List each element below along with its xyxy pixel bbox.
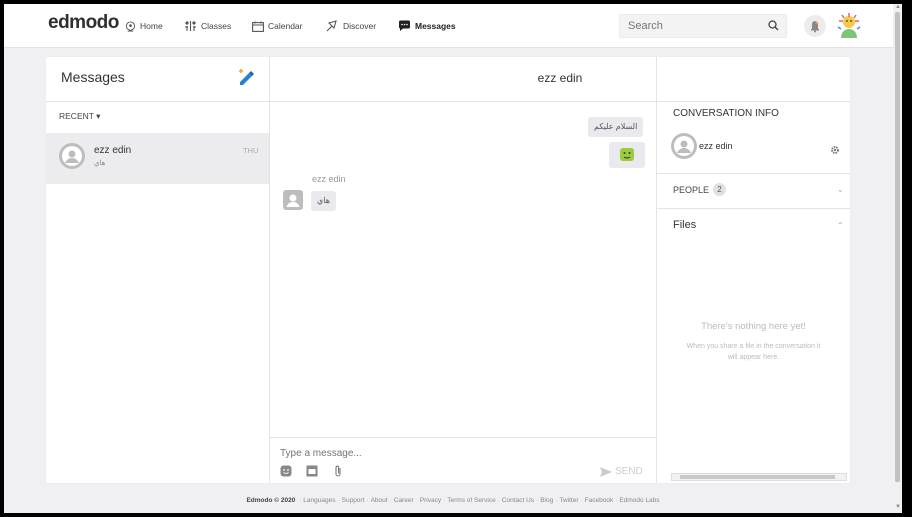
sticker-icon[interactable]	[280, 465, 292, 477]
message-input[interactable]	[278, 447, 542, 460]
people-section-toggle[interactable]: PEOPLE 2	[673, 183, 727, 196]
footer-separator: ·	[337, 497, 340, 504]
people-count-badge: 2	[713, 183, 727, 196]
chat-pane: السلام عليكم ezz edin هاي Type a message…	[270, 57, 657, 483]
footer-separator: ·	[389, 497, 392, 504]
nav-messages-label: Messages	[415, 21, 456, 31]
nav-home-label: Home	[140, 21, 163, 31]
conversation-info-title: CONVERSATION INFO	[673, 108, 779, 119]
nav-discover[interactable]: Discover	[326, 18, 376, 34]
nav-messages[interactable]: Messages	[398, 18, 456, 34]
send-icon	[600, 466, 612, 477]
messages-panel: Messages RECENT ▾ ezz edin هاي THU ezz e…	[46, 57, 850, 483]
scroll-down-arrow-icon[interactable]: ▼	[895, 504, 901, 510]
footer-link[interactable]: Support	[342, 497, 365, 504]
participant-name: ezz edin	[699, 141, 733, 151]
conversation-time: THU	[243, 146, 259, 155]
footer-separator: ·	[415, 497, 418, 504]
footer-link[interactable]: Terms of Service	[447, 497, 495, 504]
new-message-button[interactable]	[237, 69, 255, 90]
chevron-down-icon[interactable]: ⌄	[837, 185, 844, 194]
footer-separator: ·	[580, 497, 583, 504]
people-label: PEOPLE	[673, 184, 710, 195]
footer-copyright: Edmodo © 2020	[246, 497, 296, 504]
scroll-up-arrow-icon[interactable]: ▲	[895, 4, 901, 10]
nav-classes[interactable]: Classes	[184, 18, 231, 34]
footer: Edmodo © 2020 · Languages · Support · About · C…	[4, 497, 902, 504]
conversation-name: ezz edin	[94, 145, 132, 156]
send-label: SEND	[615, 466, 643, 477]
compose-pencil-icon	[239, 69, 254, 85]
classes-icon	[185, 21, 196, 31]
nav-home[interactable]: Home	[125, 18, 163, 34]
library-icon[interactable]	[306, 465, 318, 477]
footer-link[interactable]: Facebook	[585, 497, 614, 504]
attachment-icon[interactable]	[333, 465, 343, 478]
footer-links: · Languages · Support · About · Career · Privacy ·…	[297, 497, 659, 504]
conversation-info-pane: CONVERSATION INFO ezz edin PEOPLE 2 ⌄ Fi…	[657, 101, 850, 483]
footer-separator: ·	[366, 497, 369, 504]
files-empty-text: When you share a file in the conversatio…	[686, 343, 821, 361]
bell-icon	[811, 21, 819, 33]
sent-sticker-bubble	[609, 142, 645, 168]
message-sender-name: ezz edin	[312, 174, 346, 184]
edmodo-logo[interactable]: edmodo	[48, 12, 119, 34]
footer-link[interactable]: Privacy	[420, 497, 441, 504]
nav-calendar[interactable]: Calendar	[252, 18, 303, 34]
conversation-item[interactable]: ezz edin هاي THU	[46, 133, 269, 184]
footer-link[interactable]: Twitter	[559, 497, 578, 504]
footer-link[interactable]: About	[371, 497, 388, 504]
files-heading: Files	[673, 219, 697, 231]
messages-title: Messages	[61, 69, 125, 85]
messages-header: Messages	[46, 57, 269, 102]
user-avatar[interactable]	[835, 11, 863, 39]
home-icon	[125, 20, 136, 32]
nav-discover-label: Discover	[343, 21, 377, 31]
scrollbar-thumb[interactable]	[895, 12, 900, 482]
footer-link[interactable]: Blog	[540, 497, 553, 504]
gear-icon[interactable]	[830, 145, 840, 155]
participant-avatar-icon	[671, 133, 697, 159]
sticker-face-icon	[620, 148, 634, 161]
search-input[interactable]	[626, 19, 760, 33]
recent-filter-dropdown[interactable]: RECENT ▾	[59, 111, 100, 122]
search-icon[interactable]	[768, 20, 779, 31]
search-box[interactable]	[619, 14, 787, 38]
footer-separator: ·	[443, 497, 446, 504]
vertical-scrollbar[interactable]: ▲ ▼	[893, 4, 902, 513]
scrollbar-thumb[interactable]	[680, 475, 835, 479]
footer-separator: ·	[555, 497, 558, 504]
nav-calendar-label: Calendar	[268, 21, 303, 31]
avatar-icon	[837, 13, 861, 38]
footer-link[interactable]: Contact Us	[502, 497, 534, 504]
message-composer: SEND	[270, 437, 656, 484]
chevron-up-icon[interactable]: ⌃	[837, 221, 844, 230]
participant-item[interactable]: ezz edin	[671, 133, 733, 159]
discover-icon	[326, 20, 337, 32]
footer-separator: ·	[536, 497, 539, 504]
footer-separator: ·	[299, 497, 302, 504]
top-navigation: edmodo Home Classes Calendar Discover Me…	[4, 4, 902, 48]
footer-separator: ·	[497, 497, 500, 504]
divider	[657, 173, 850, 174]
footer-link[interactable]: Languages	[303, 497, 335, 504]
files-empty-title: There's nothing here yet!	[701, 321, 806, 332]
notifications-button[interactable]	[804, 15, 826, 37]
conversation-preview: هاي	[94, 160, 106, 167]
horizontal-scrollbar[interactable]	[671, 473, 847, 481]
nav-classes-label: Classes	[201, 21, 232, 31]
divider	[657, 208, 850, 209]
footer-link[interactable]: Career	[394, 497, 414, 504]
footer-link[interactable]: Edmodo Labs	[619, 497, 659, 504]
conversation-list-pane: Messages RECENT ▾ ezz edin هاي THU	[46, 57, 270, 483]
edmodo-window: edmodo Home Classes Calendar Discover Me…	[4, 4, 902, 513]
received-message-bubble: هاي	[311, 191, 336, 211]
sender-avatar-icon	[283, 190, 303, 210]
messages-icon	[398, 20, 410, 31]
calendar-icon	[252, 21, 264, 32]
footer-separator: ·	[615, 497, 618, 504]
send-button[interactable]: SEND	[600, 466, 643, 477]
sent-message-bubble: السلام عليكم	[588, 117, 644, 137]
user-avatar-icon	[59, 143, 85, 169]
